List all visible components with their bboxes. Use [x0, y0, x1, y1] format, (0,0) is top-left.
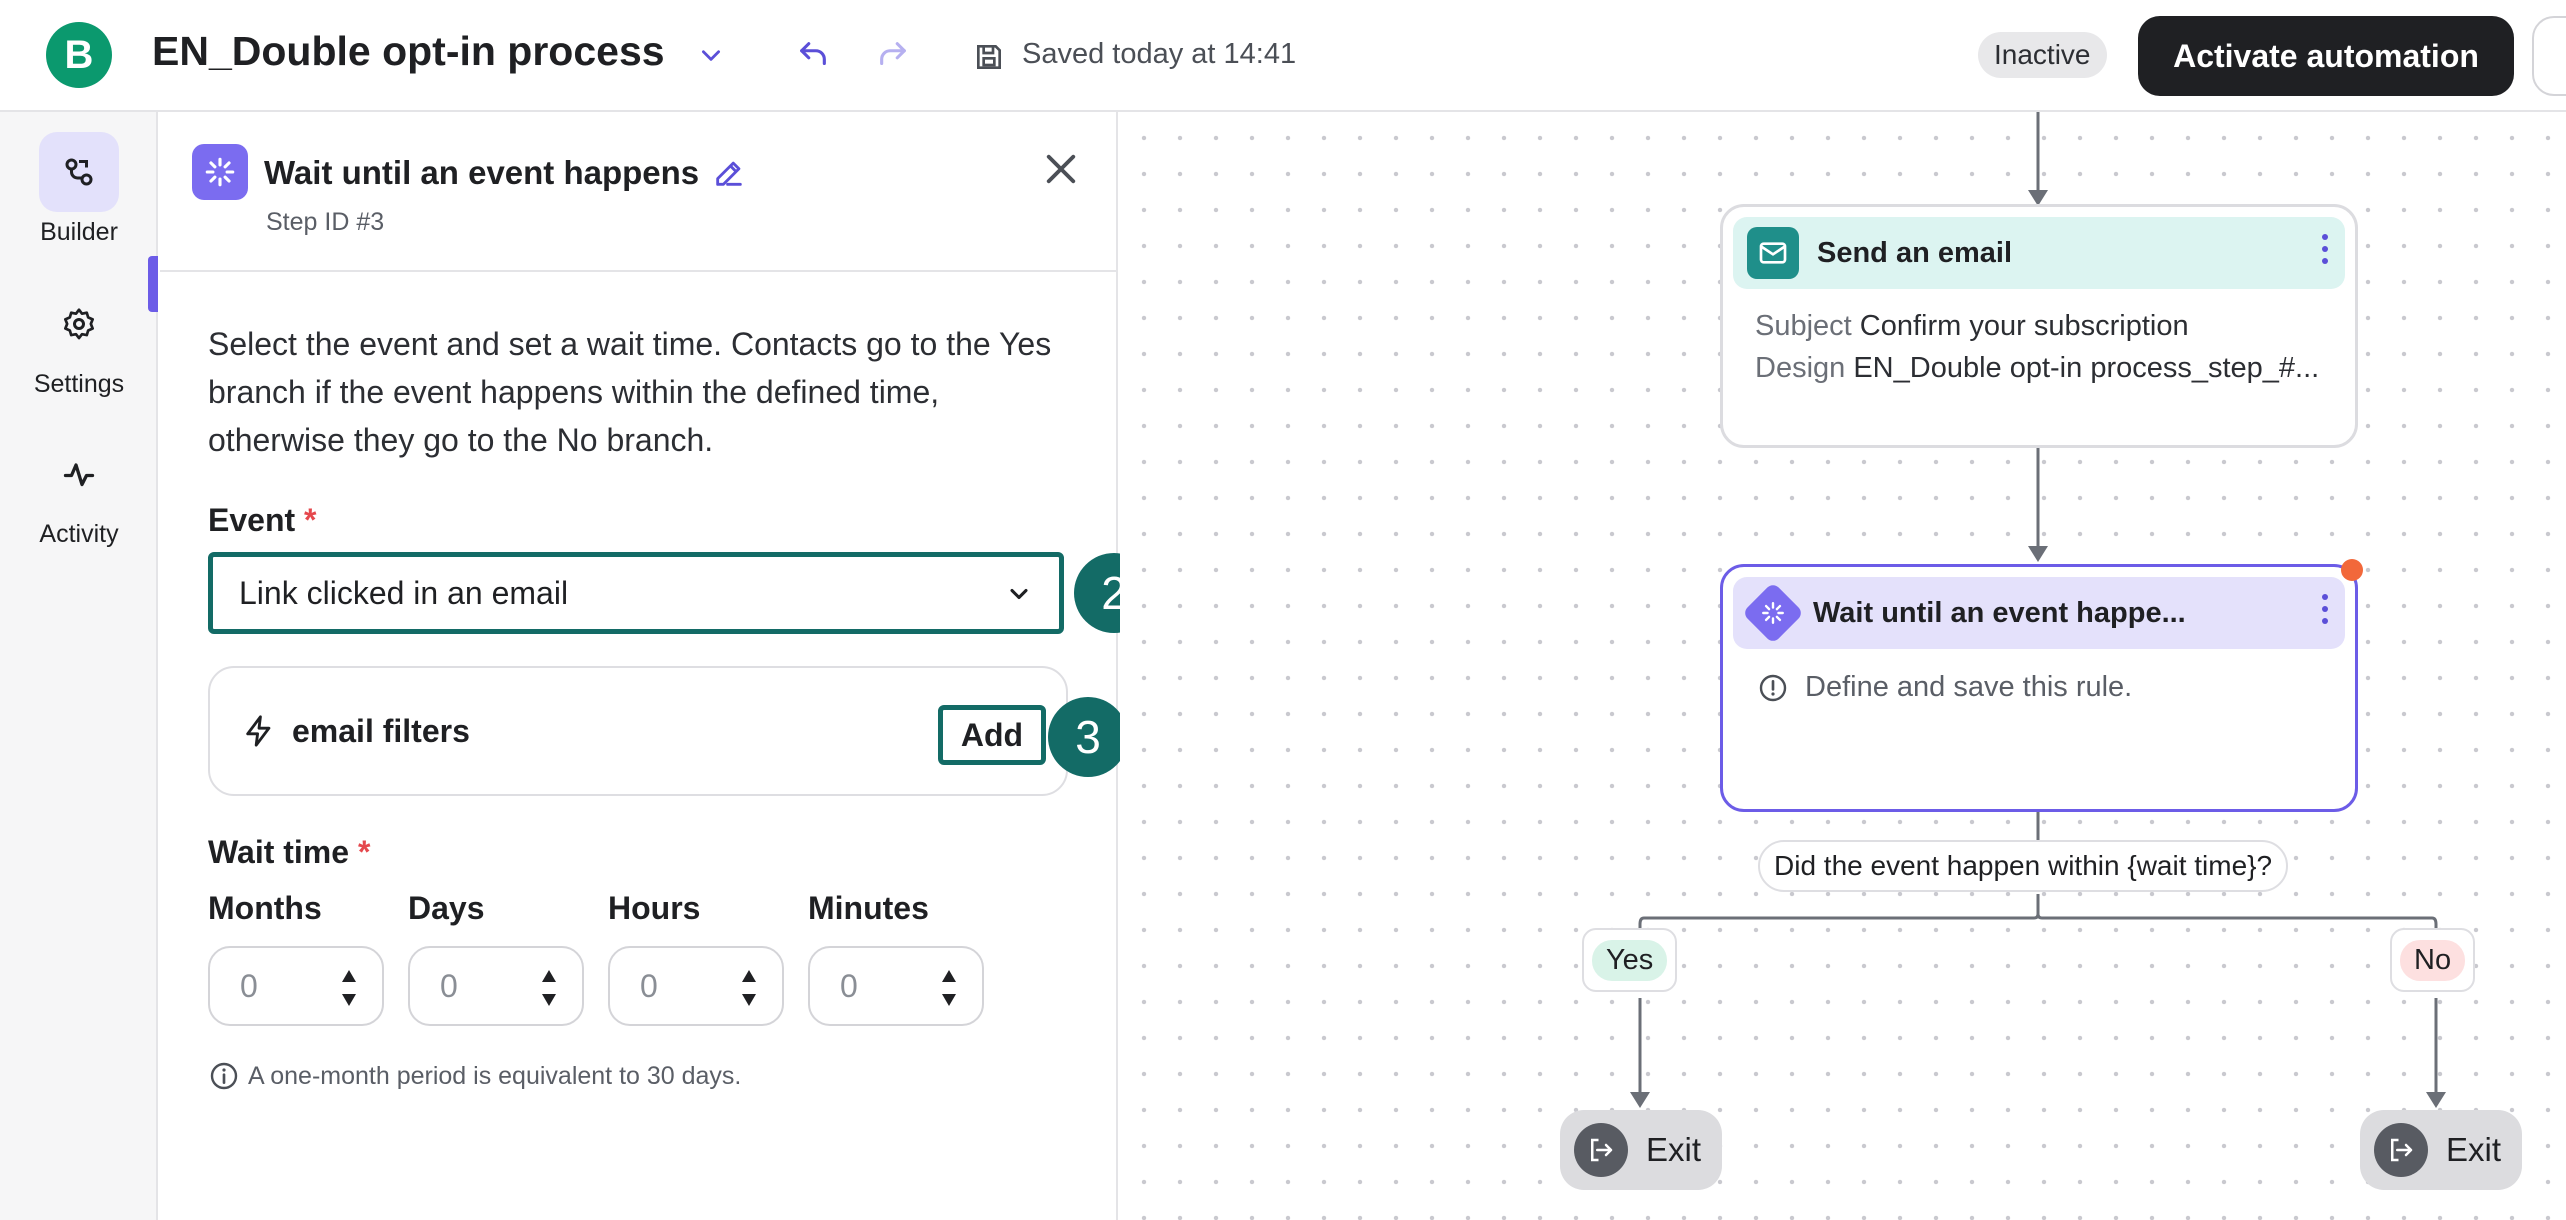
nav-item-builder[interactable]: Builder	[0, 132, 158, 247]
workflow-canvas[interactable]: Send an email Subject Confirm your subsc…	[1120, 112, 2566, 1220]
add-filter-button[interactable]: Add	[938, 705, 1046, 765]
subject-key: Subject	[1755, 310, 1852, 342]
chevron-down-icon	[1005, 579, 1033, 616]
warning-text: Define and save this rule.	[1805, 671, 2133, 703]
email-design-row: Design EN_Double opt-in process_step_#..…	[1755, 347, 2319, 389]
send-email-node-body: Subject Confirm your subscription Design…	[1755, 305, 2319, 389]
months-label: Months	[208, 890, 322, 926]
left-nav-rail: Builder Settings Activity	[0, 112, 158, 1220]
panel-title: Wait until an event happens	[264, 154, 700, 191]
chevron-down-icon[interactable]	[690, 34, 732, 76]
nav-item-settings[interactable]: Settings	[0, 284, 158, 399]
nav-label-activity: Activity	[39, 520, 119, 548]
event-label-text: Event	[208, 502, 296, 538]
top-bar: B EN_Double opt-in process Saved today a…	[0, 0, 2566, 112]
wait-step-icon	[192, 144, 248, 200]
activity-icon	[39, 434, 119, 514]
kebab-menu-icon[interactable]	[2321, 233, 2329, 265]
minutes-label: Minutes	[808, 890, 929, 926]
automation-title[interactable]: EN_Double opt-in process	[152, 28, 665, 75]
wait-event-node-header: Wait until an event happe...	[1733, 577, 2345, 649]
event-select-value: Link clicked in an email	[239, 574, 569, 611]
nav-label-settings: Settings	[33, 370, 125, 398]
no-branch-label[interactable]: No	[2390, 928, 2476, 992]
exit-node-no[interactable]: Exit	[2360, 1110, 2522, 1190]
exit-icon	[2374, 1123, 2428, 1177]
undo-icon[interactable]	[792, 34, 834, 76]
close-icon[interactable]	[1040, 148, 1082, 190]
app-root: B EN_Double opt-in process Saved today a…	[0, 0, 2566, 1220]
event-select[interactable]: Link clicked in an email	[208, 552, 1064, 634]
info-icon	[210, 1062, 238, 1090]
days-label: Days	[408, 890, 485, 926]
yes-label-text: Yes	[1592, 939, 1668, 981]
required-asterisk: *	[304, 502, 317, 538]
step-id: Step ID #3	[266, 208, 385, 236]
exit-icon	[1574, 1123, 1628, 1177]
design-key: Design	[1755, 352, 1846, 384]
stepper-arrows-icon[interactable]	[938, 962, 960, 1014]
send-email-node-header: Send an email	[1733, 217, 2345, 289]
months-value: 0	[240, 968, 258, 1004]
wait-node-warning: Define and save this rule.	[1757, 671, 2132, 704]
days-input[interactable]: 0	[408, 946, 584, 1026]
error-indicator-dot	[2341, 559, 2363, 581]
exit-label: Exit	[1646, 1131, 1702, 1168]
saved-status: Saved today at 14:41	[1022, 38, 1297, 70]
wait-time-label: Wait time *	[208, 834, 370, 871]
builder-icon	[39, 132, 119, 212]
wait-event-node[interactable]: Wait until an event happe... Define and …	[1720, 559, 2363, 812]
pencil-icon[interactable]	[712, 156, 746, 195]
brand-logo[interactable]: B	[46, 22, 112, 88]
no-label-text: No	[2400, 939, 2466, 981]
hours-input[interactable]: 0	[608, 946, 784, 1026]
exit-label: Exit	[2446, 1131, 2502, 1168]
redo-icon[interactable]	[872, 34, 914, 76]
activate-automation-button[interactable]: Activate automation	[2138, 16, 2514, 96]
stepper-arrows-icon[interactable]	[538, 962, 560, 1014]
send-email-node-title: Send an email	[1817, 236, 2013, 269]
minutes-input[interactable]: 0	[808, 946, 984, 1026]
annotation-badge-3: 3	[1048, 697, 1128, 777]
envelope-icon	[1747, 227, 1799, 279]
more-options-button[interactable]	[2532, 16, 2566, 96]
hours-label: Hours	[608, 890, 701, 926]
days-value: 0	[440, 968, 458, 1004]
condition-label: Did the event happen within {wait time}?	[1758, 840, 2289, 892]
panel-header: Wait until an event happens Step ID #3	[160, 112, 1118, 272]
yes-branch-label[interactable]: Yes	[1582, 928, 1678, 992]
save-icon	[968, 36, 1010, 78]
months-input[interactable]: 0	[208, 946, 384, 1026]
nav-item-activity[interactable]: Activity	[0, 434, 158, 549]
kebab-menu-icon[interactable]	[2321, 593, 2329, 625]
email-filters-label: email filters	[292, 713, 470, 749]
stepper-arrows-icon[interactable]	[338, 962, 360, 1014]
send-email-node[interactable]: Send an email Subject Confirm your subsc…	[1720, 204, 2358, 448]
design-value: EN_Double opt-in process_step_#...	[1853, 352, 2320, 384]
email-subject-row: Subject Confirm your subscription	[1755, 305, 2319, 347]
gear-icon	[39, 284, 119, 364]
stepper-arrows-icon[interactable]	[738, 962, 760, 1014]
wait-step-icon	[1741, 581, 1805, 645]
warning-icon	[1759, 674, 1787, 701]
lightning-icon	[242, 712, 276, 755]
minutes-value: 0	[840, 968, 858, 1004]
subject-value: Confirm your subscription	[1859, 310, 2189, 342]
step-settings-panel: Wait until an event happens Step ID #3 S…	[160, 112, 1154, 1220]
nav-label-builder: Builder	[40, 218, 118, 246]
status-badge: Inactive	[1978, 32, 2107, 78]
wait-event-node-title: Wait until an event happe...	[1813, 596, 2186, 629]
email-filters-card: email filters Add	[208, 666, 1068, 796]
event-label: Event *	[208, 502, 316, 539]
exit-node-yes[interactable]: Exit	[1560, 1110, 1722, 1190]
panel-description: Select the event and set a wait time. Co…	[208, 326, 1052, 458]
wait-time-hint: A one-month period is equivalent to 30 d…	[208, 1060, 741, 1092]
required-asterisk: *	[357, 834, 371, 870]
wait-time-label-text: Wait time	[208, 834, 350, 870]
hint-text: A one-month period is equivalent to 30 d…	[248, 1061, 742, 1090]
hours-value: 0	[640, 968, 658, 1004]
